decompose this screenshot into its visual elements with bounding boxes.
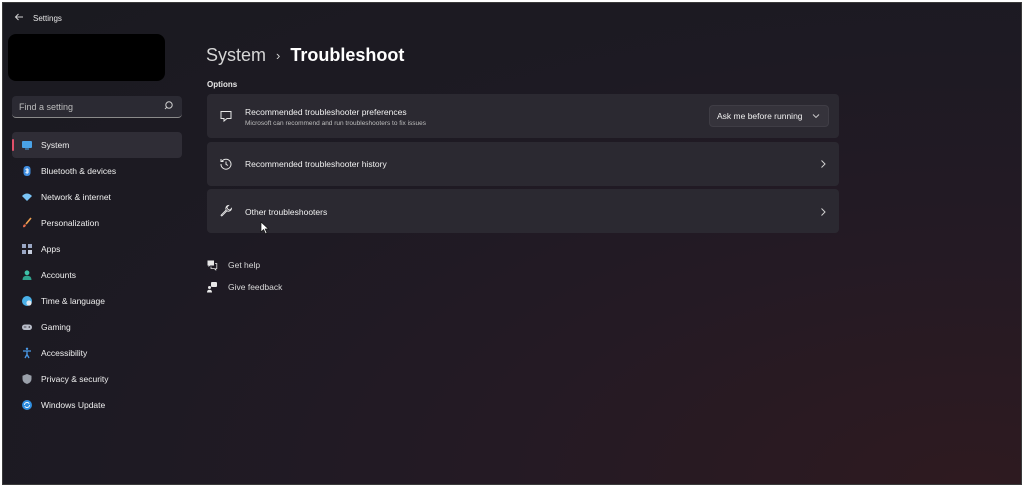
- chevron-right-icon: [821, 160, 826, 168]
- gamepad-icon: [22, 324, 32, 330]
- user-profile-redacted[interactable]: [8, 34, 165, 81]
- sidebar-item-label: System: [41, 140, 70, 150]
- page-title: Troubleshoot: [290, 44, 405, 65]
- sidebar-item-accounts[interactable]: Accounts: [12, 262, 182, 288]
- breadcrumb: System › Troubleshoot: [206, 43, 404, 67]
- help-links: Get help Give feedback: [206, 254, 282, 298]
- card-other-troubleshooters[interactable]: Other troubleshooters: [207, 189, 839, 233]
- sidebar-item-personalization[interactable]: Personalization: [12, 210, 182, 236]
- sidebar-item-label: Privacy & security: [41, 374, 109, 384]
- card-title: Recommended troubleshooter preferences: [245, 107, 407, 117]
- brush-icon: [23, 217, 32, 228]
- search-icon[interactable]: [164, 100, 176, 112]
- link-label: Get help: [228, 260, 261, 270]
- chevron-right-icon: [821, 208, 826, 216]
- bluetooth-icon: [23, 166, 31, 176]
- card-title: Recommended troubleshooter history: [245, 159, 387, 169]
- sidebar-item-bluetooth[interactable]: Bluetooth & devices: [12, 158, 182, 184]
- dropdown-value: Ask me before running: [717, 111, 803, 121]
- card-description: Microsoft can recommend and run troubles…: [245, 120, 427, 127]
- sidebar-item-apps[interactable]: Apps: [12, 236, 182, 262]
- sidebar-item-label: Apps: [41, 244, 61, 254]
- sidebar-item-label: Bluetooth & devices: [41, 166, 117, 176]
- shield-icon: [22, 374, 32, 384]
- system-icon: [22, 141, 32, 150]
- sidebar-item-label: Accessibility: [41, 348, 88, 358]
- breadcrumb-separator: ›: [276, 47, 281, 63]
- sidebar-item-label: Time & language: [41, 296, 105, 306]
- help-chat-icon: [207, 260, 218, 271]
- sidebar-item-label: Gaming: [41, 322, 71, 332]
- accounts-icon: [22, 270, 32, 280]
- wrench-icon: [220, 204, 233, 217]
- troubleshooter-preference-dropdown[interactable]: Ask me before running: [709, 105, 829, 127]
- sidebar-item-windows-update[interactable]: Windows Update: [12, 392, 182, 418]
- title-bar: Settings: [3, 3, 1021, 35]
- mouse-cursor-icon: [260, 221, 270, 235]
- globe-clock-icon: [22, 296, 32, 306]
- update-icon: [22, 400, 32, 410]
- sidebar-item-network[interactable]: Network & internet: [12, 184, 182, 210]
- get-help-link[interactable]: Get help: [206, 254, 282, 276]
- sidebar-nav: System Bluetooth & devices Network & int…: [12, 132, 184, 418]
- sidebar-item-time-language[interactable]: Time & language: [12, 288, 182, 314]
- card-title: Other troubleshooters: [245, 207, 328, 217]
- breadcrumb-parent[interactable]: System: [206, 45, 266, 66]
- apps-icon: [22, 244, 32, 254]
- settings-window: Settings System Bluetooth & devices Netw…: [2, 2, 1022, 485]
- sidebar-item-label: Personalization: [41, 218, 100, 228]
- feedback-icon: [207, 282, 217, 293]
- search-input[interactable]: [19, 99, 159, 115]
- network-icon: [22, 193, 32, 201]
- back-button[interactable]: [11, 11, 27, 27]
- app-title: Settings: [33, 14, 62, 23]
- sidebar-item-label: Network & internet: [41, 192, 111, 202]
- sidebar-item-accessibility[interactable]: Accessibility: [12, 340, 182, 366]
- search-box[interactable]: [12, 96, 182, 118]
- back-arrow-icon: [14, 13, 23, 21]
- accessibility-icon: [23, 347, 31, 359]
- chat-bubble-icon: [220, 111, 232, 123]
- history-icon: [220, 158, 232, 170]
- give-feedback-link[interactable]: Give feedback: [206, 276, 282, 298]
- sidebar-item-privacy[interactable]: Privacy & security: [12, 366, 182, 392]
- card-recommended-preferences: Recommended troubleshooter preferences M…: [207, 94, 839, 138]
- sidebar-item-label: Accounts: [41, 270, 76, 280]
- section-label-options: Options: [207, 80, 238, 89]
- link-label: Give feedback: [228, 282, 283, 292]
- chevron-down-icon: [812, 114, 820, 119]
- card-troubleshooter-history[interactable]: Recommended troubleshooter history: [207, 142, 839, 186]
- sidebar-item-label: Windows Update: [41, 400, 106, 410]
- sidebar-item-system[interactable]: System: [12, 132, 182, 158]
- sidebar-item-gaming[interactable]: Gaming: [12, 314, 182, 340]
